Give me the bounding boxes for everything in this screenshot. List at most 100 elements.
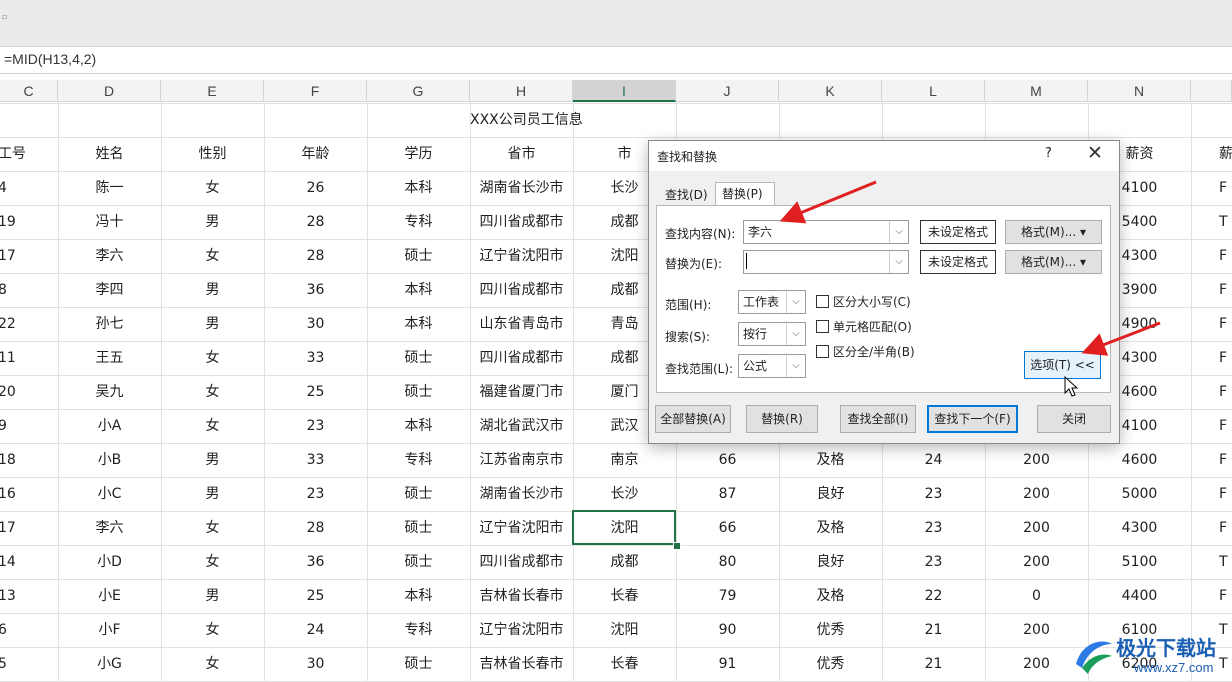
fill-handle[interactable]	[673, 542, 681, 550]
table-cell[interactable]: 23	[264, 477, 367, 511]
table-cell[interactable]: 优秀	[779, 613, 882, 647]
table-cell[interactable]: 湖南省长沙市	[470, 477, 573, 511]
table-cell[interactable]: 陈一	[58, 171, 161, 205]
table-cell[interactable]: 及格	[779, 443, 882, 477]
header-cell[interactable]: 性别	[161, 137, 264, 171]
table-cell[interactable]: 11	[0, 341, 56, 375]
table-cell[interactable]: 硕士	[367, 511, 470, 545]
table-cell[interactable]: 5000	[1088, 477, 1191, 511]
table-cell[interactable]: 91	[676, 647, 779, 681]
table-cell[interactable]: 6	[0, 613, 56, 647]
table-cell[interactable]: 本科	[367, 409, 470, 443]
table-cell[interactable]: 21	[882, 613, 985, 647]
table-cell[interactable]: 26	[264, 171, 367, 205]
table-cell[interactable]: 24	[264, 613, 367, 647]
column-header[interactable]	[1191, 80, 1232, 102]
formula-text[interactable]: =MID(H13,4,2)	[4, 51, 96, 67]
table-cell[interactable]: 湖北省武汉市	[470, 409, 573, 443]
table-cell[interactable]: 66	[676, 443, 779, 477]
replace-format-button[interactable]: 格式(M)... ▾	[1005, 250, 1102, 274]
table-cell[interactable]: 200	[985, 477, 1088, 511]
table-cell[interactable]: 男	[161, 579, 264, 613]
table-cell[interactable]: 李六	[58, 511, 161, 545]
table-cell[interactable]: 17	[0, 511, 56, 545]
table-cell[interactable]: 36	[264, 545, 367, 579]
table-cell[interactable]: 南京	[573, 443, 676, 477]
table-cell[interactable]: 90	[676, 613, 779, 647]
table-cell[interactable]: 女	[161, 239, 264, 273]
table-cell[interactable]: 小A	[58, 409, 161, 443]
table-cell[interactable]: 硕士	[367, 477, 470, 511]
table-cell[interactable]: 23	[882, 511, 985, 545]
column-header[interactable]: E	[161, 80, 264, 102]
table-cell[interactable]: 福建省厦门市	[470, 375, 573, 409]
table-cell[interactable]: 四川省成都市	[470, 205, 573, 239]
table-cell[interactable]: 硕士	[367, 647, 470, 681]
table-cell[interactable]: 33	[264, 443, 367, 477]
column-header[interactable]: N	[1088, 80, 1191, 102]
table-cell[interactable]: 及格	[779, 579, 882, 613]
table-cell[interactable]: 女	[161, 545, 264, 579]
dropdown-arrow-icon[interactable]: ▾	[1080, 255, 1086, 269]
table-cell[interactable]: 小C	[58, 477, 161, 511]
table-cell[interactable]: 30	[264, 307, 367, 341]
search-select[interactable]: 按行 ⌵	[738, 322, 806, 346]
header-cell[interactable]: 工号	[0, 137, 56, 171]
replace-with-input[interactable]: ⌵	[743, 250, 909, 274]
table-cell[interactable]: 良好	[779, 545, 882, 579]
table-cell[interactable]: 硕士	[367, 375, 470, 409]
tab-replace[interactable]: 替换(P)	[715, 182, 775, 206]
table-cell[interactable]: 5100	[1088, 545, 1191, 579]
find-what-value[interactable]: 李六	[748, 225, 772, 239]
table-cell[interactable]: 23	[264, 409, 367, 443]
table-cell[interactable]: 25	[264, 579, 367, 613]
table-cell[interactable]: 辽宁省沈阳市	[470, 613, 573, 647]
table-cell[interactable]: F	[1191, 239, 1232, 273]
find-all-button[interactable]: 查找全部(I)	[840, 405, 916, 433]
table-cell[interactable]: 李四	[58, 273, 161, 307]
table-cell[interactable]: 辽宁省沈阳市	[470, 511, 573, 545]
chevron-down-icon[interactable]: ⌵	[786, 291, 805, 313]
table-cell[interactable]: 19	[0, 205, 56, 239]
scope-select[interactable]: 工作表 ⌵	[738, 290, 806, 314]
table-cell[interactable]: 80	[676, 545, 779, 579]
table-cell[interactable]: 4	[0, 171, 56, 205]
table-cell[interactable]: 男	[161, 273, 264, 307]
table-cell[interactable]: 24	[882, 443, 985, 477]
table-cell[interactable]: 吉林省长春市	[470, 647, 573, 681]
table-cell[interactable]: 湖南省长沙市	[470, 171, 573, 205]
table-cell[interactable]: 200	[985, 545, 1088, 579]
table-cell[interactable]: 小D	[58, 545, 161, 579]
table-cell[interactable]: 4300	[1088, 511, 1191, 545]
table-cell[interactable]: 小B	[58, 443, 161, 477]
header-cell[interactable]: 姓名	[58, 137, 161, 171]
table-cell[interactable]: 优秀	[779, 647, 882, 681]
header-cell[interactable]: 学历	[367, 137, 470, 171]
table-cell[interactable]: 专科	[367, 613, 470, 647]
replace-all-button[interactable]: 全部替换(A)	[655, 405, 731, 433]
table-cell[interactable]: 专科	[367, 443, 470, 477]
sheet-title[interactable]: XXX公司员工信息	[470, 103, 583, 137]
table-cell[interactable]: 男	[161, 205, 264, 239]
table-cell[interactable]: F	[1191, 477, 1232, 511]
table-cell[interactable]: 小G	[58, 647, 161, 681]
table-cell[interactable]: 硕士	[367, 341, 470, 375]
table-cell[interactable]: F	[1191, 443, 1232, 477]
chevron-down-icon[interactable]: ⌵	[889, 221, 908, 243]
table-cell[interactable]: 长春	[573, 647, 676, 681]
table-cell[interactable]: 男	[161, 443, 264, 477]
table-cell[interactable]: 女	[161, 375, 264, 409]
column-header[interactable]: M	[985, 80, 1088, 102]
table-cell[interactable]: F	[1191, 579, 1232, 613]
table-cell[interactable]: 四川省成都市	[470, 341, 573, 375]
close-icon[interactable]: ✕	[1087, 142, 1103, 164]
column-header[interactable]: D	[58, 80, 161, 102]
table-cell[interactable]: 沈阳	[573, 613, 676, 647]
table-cell[interactable]: F	[1191, 273, 1232, 307]
formula-bar[interactable]: =MID(H13,4,2)	[0, 47, 1232, 74]
dropdown-arrow-icon[interactable]: ▾	[1080, 225, 1086, 239]
match-cell-checkbox[interactable]: 单元格匹配(O)	[816, 318, 912, 335]
table-cell[interactable]: 本科	[367, 579, 470, 613]
table-cell[interactable]: 硕士	[367, 545, 470, 579]
table-cell[interactable]: 14	[0, 545, 56, 579]
